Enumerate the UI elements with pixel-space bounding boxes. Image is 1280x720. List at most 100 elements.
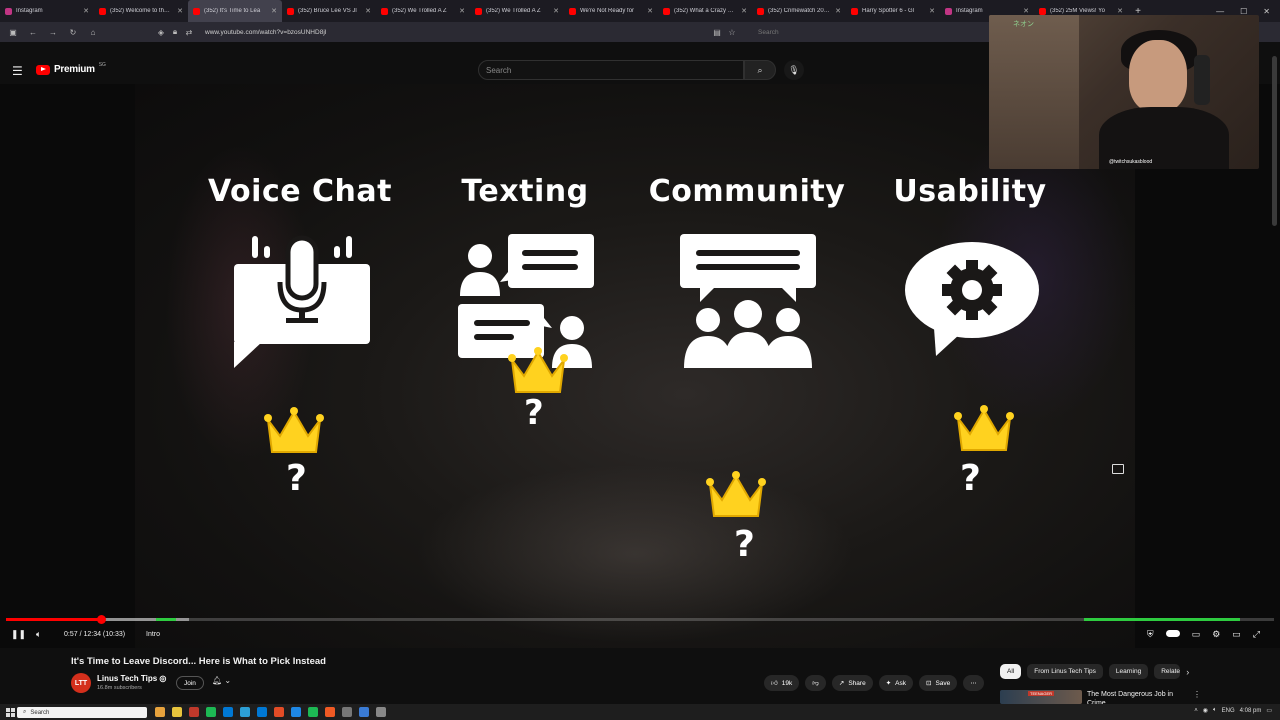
more-actions-button[interactable]: ⋯ (963, 675, 984, 691)
tab-close-icon[interactable]: ✕ (459, 7, 465, 15)
taskbar-app-icon[interactable] (376, 707, 386, 717)
tab-close-icon[interactable]: ✕ (929, 7, 935, 15)
taskbar-app-icon[interactable] (291, 707, 301, 717)
tab-close-icon[interactable]: ✕ (647, 7, 653, 15)
close-icon[interactable]: ✕ (1263, 7, 1270, 16)
taskbar-app-icon[interactable] (172, 707, 182, 717)
fullscreen-icon[interactable]: ⤢ (1253, 629, 1260, 640)
taskbar-app-icon[interactable] (189, 707, 199, 717)
tab-close-icon[interactable]: ✕ (365, 7, 371, 15)
forward-icon[interactable]: → (48, 28, 58, 37)
windows-start-icon[interactable] (6, 708, 15, 717)
url-field[interactable]: www.youtube.com/watch?v=bzosUNHD8jI (205, 29, 327, 36)
voice-search-button[interactable]: 🎙︎ (784, 60, 804, 80)
notification-bell-icon[interactable]: 🔔︎ ⌄ (212, 676, 231, 685)
logo-country: SG (98, 61, 106, 68)
svg-text:?: ? (286, 458, 307, 496)
youtube-logo[interactable]: Premium SG (36, 61, 106, 75)
tab-favicon-icon (5, 7, 12, 15)
chip-from-channel[interactable]: From Linus Tech Tips (1027, 664, 1103, 679)
autoplay-toggle[interactable] (1165, 629, 1180, 637)
tab-close-icon[interactable]: ✕ (741, 7, 747, 15)
chip-all[interactable]: All (1000, 664, 1022, 679)
taskbar-app-icon[interactable] (155, 707, 165, 717)
tab-close-icon[interactable]: ✕ (1023, 7, 1029, 15)
browser-tab[interactable]: (352) We Trolled A Z ✕ (376, 0, 470, 22)
browser-tab[interactable]: Harry Spotter 6 - Gl ✕ (846, 0, 940, 22)
category-usability: Usability (893, 174, 1047, 209)
reader-icon[interactable]: ▤ (712, 28, 722, 37)
theater-mode-icon[interactable]: ▭ (1232, 629, 1241, 640)
browser-search-field[interactable]: Search (758, 29, 779, 36)
taskbar-app-icon[interactable] (223, 707, 233, 717)
chevron-right-icon[interactable]: › (1186, 667, 1189, 677)
browser-tab[interactable]: Instagram ✕ (0, 0, 94, 22)
scrollbar[interactable] (1272, 56, 1277, 226)
taskbar-app-icon[interactable] (308, 707, 318, 717)
youtube-play-icon (36, 64, 50, 75)
tab-close-icon[interactable]: ✕ (1117, 7, 1123, 15)
pause-icon[interactable]: ❚❚ (11, 629, 26, 640)
back-icon[interactable]: ← (28, 28, 38, 37)
channel-avatar[interactable]: LTT (71, 673, 91, 693)
permissions-icon[interactable]: ⇄ (184, 28, 194, 37)
browser-tab[interactable]: (352) Welcome to the m ✕ (94, 0, 188, 22)
taskbar-search[interactable]: ⌕ Search (17, 707, 147, 718)
progress-played (6, 618, 102, 621)
chevron-up-icon[interactable]: ˄ (1194, 708, 1198, 714)
more-vert-icon[interactable]: ⋮ (1193, 690, 1201, 699)
volume-tray-icon[interactable]: 🔈︎ (1213, 707, 1217, 714)
tab-close-icon[interactable]: ✕ (271, 7, 277, 15)
taskbar-app-icon[interactable] (240, 707, 250, 717)
browser-tab[interactable]: (352) We Trolled A Z ✕ (470, 0, 564, 22)
microphone-icon: 🎙︎ (788, 64, 800, 75)
miniplayer-icon[interactable] (1112, 464, 1124, 474)
webcam-overlay: ネオン @twitchsukasblood (989, 15, 1259, 169)
share-button[interactable]: ↗ Share (831, 675, 873, 691)
tab-close-icon[interactable]: ✕ (83, 7, 89, 15)
bookmark-star-icon[interactable]: ☆ (727, 28, 737, 37)
taskbar-app-icon[interactable] (325, 707, 335, 717)
dislike-button[interactable]: 👎︎ (805, 675, 826, 691)
shield-icon[interactable]: ◈ (156, 28, 166, 37)
tab-close-icon[interactable]: ✕ (553, 7, 559, 15)
chapter-label[interactable]: Intro (146, 631, 160, 638)
chip-related[interactable]: Related (1154, 664, 1181, 679)
search-icon: ⌕ (23, 709, 27, 715)
share-label: Share (848, 679, 866, 687)
home-icon[interactable]: ⌂ (88, 28, 98, 37)
clock[interactable]: 4:08 pm (1240, 708, 1262, 714)
menu-icon[interactable]: ☰ (12, 64, 23, 78)
browser-tab[interactable]: (352) It's Time to Lea ✕ (188, 0, 282, 22)
language-indicator[interactable]: ENG (1222, 708, 1235, 714)
subtitles-icon[interactable]: ▭ (1192, 629, 1201, 640)
recommended-thumbnail[interactable]: TEENAGER (1000, 690, 1082, 704)
chip-learning[interactable]: Learning (1108, 664, 1149, 679)
taskbar-app-icon[interactable] (257, 707, 267, 717)
sponsor-shield-icon[interactable]: ⛨ (1147, 629, 1154, 640)
tab-close-icon[interactable]: ✕ (835, 7, 841, 15)
save-button[interactable]: ⊡ Save (919, 675, 958, 691)
search-input[interactable]: Search (478, 60, 744, 80)
like-button[interactable]: 👍︎ 19k (764, 675, 800, 691)
taskbar-app-icon[interactable] (206, 707, 216, 717)
taskbar-app-icon[interactable] (359, 707, 369, 717)
progress-bar[interactable] (6, 615, 1274, 624)
notification-icon[interactable]: ▭ (1266, 707, 1272, 714)
reload-icon[interactable]: ↻ (68, 28, 78, 37)
tab-close-icon[interactable]: ✕ (177, 7, 183, 15)
ask-button[interactable]: ✦ Ask (878, 675, 913, 691)
sidebar-icon[interactable]: ▣ (8, 28, 18, 37)
taskbar-app-icon[interactable] (274, 707, 284, 717)
join-button[interactable]: Join (176, 676, 204, 690)
network-icon[interactable]: ◉ (1203, 707, 1208, 714)
browser-tab[interactable]: (352) What a Crazy Story ✕ (658, 0, 752, 22)
taskbar-app-icon[interactable] (342, 707, 352, 717)
volume-icon[interactable]: 🔈︎ (36, 629, 41, 640)
search-button[interactable]: ⌕ (744, 60, 776, 80)
browser-tab[interactable]: We're Not Ready for ✕ (564, 0, 658, 22)
settings-icon[interactable]: ⚙ (1212, 629, 1220, 640)
browser-tab[interactable]: (352) Crimewatch 2026 | ✕ (752, 0, 846, 22)
channel-name[interactable]: Linus Tech Tips ◎ (97, 674, 166, 683)
browser-tab[interactable]: (352) Bruce Lee VS Jl ✕ (282, 0, 376, 22)
